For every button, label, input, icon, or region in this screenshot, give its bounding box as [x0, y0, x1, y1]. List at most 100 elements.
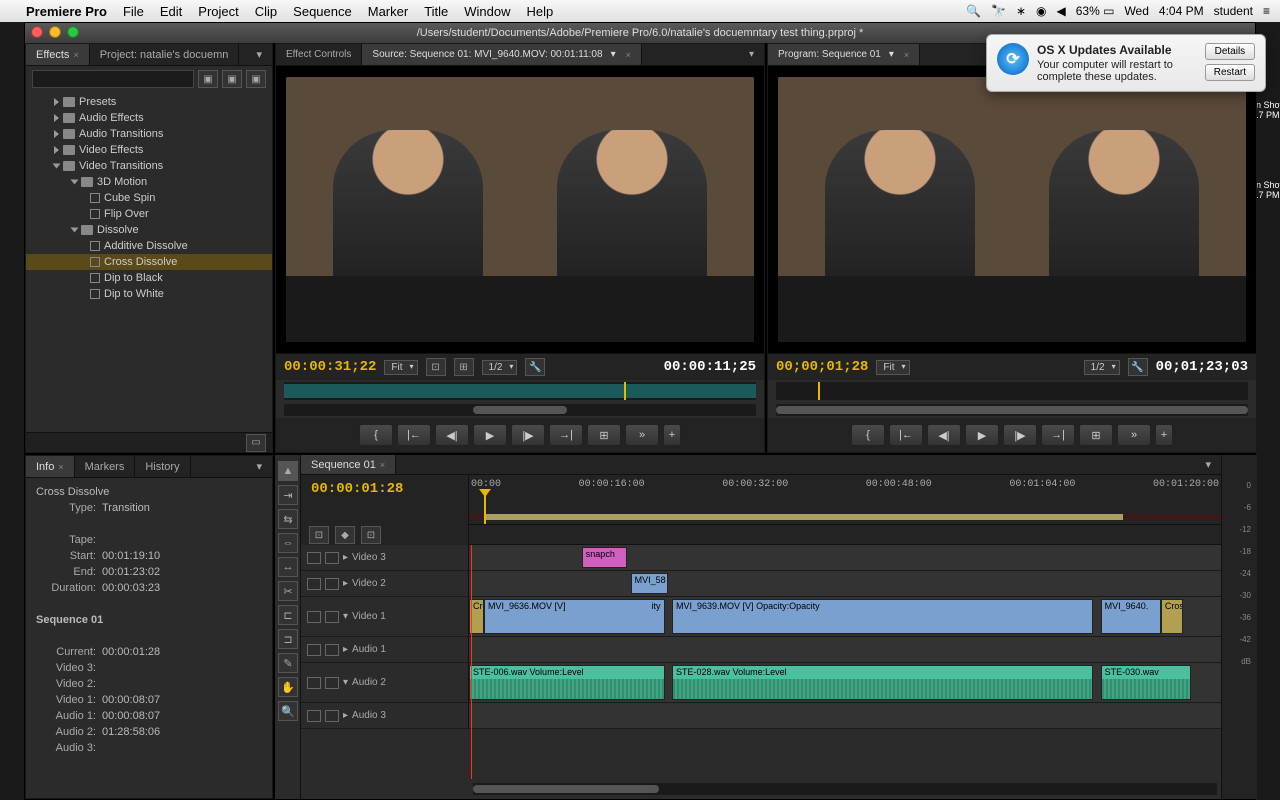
effects-item[interactable]: Cube Spin: [26, 190, 272, 206]
details-button[interactable]: Details: [1205, 43, 1255, 60]
effects-item[interactable]: Dip to Black: [26, 270, 272, 286]
menu-clip[interactable]: Clip: [255, 4, 277, 19]
clip-v1a[interactable]: MVI_9636.MOV [V] ity: [484, 599, 664, 634]
close-icon[interactable]: ×: [626, 50, 631, 60]
ripple-tool[interactable]: ⇆: [278, 509, 298, 529]
effects-folder[interactable]: Presets: [26, 94, 272, 110]
timeline-h-scroll[interactable]: [473, 783, 1217, 795]
fx-filter-yuv-icon[interactable]: ▣: [246, 70, 266, 88]
button-editor-icon[interactable]: +: [1155, 424, 1173, 446]
effects-folder[interactable]: Audio Effects: [26, 110, 272, 126]
track-select-tool[interactable]: ⇥: [278, 485, 298, 505]
selection-tool[interactable]: ▲: [278, 461, 298, 481]
source-res-icon[interactable]: ⊡: [426, 358, 446, 376]
program-zoom-dropdown[interactable]: 1/2: [1084, 360, 1120, 375]
transport-button-5[interactable]: →|: [549, 424, 583, 446]
razor-tool[interactable]: ✂: [278, 581, 298, 601]
speaker-icon[interactable]: [307, 710, 321, 722]
effects-folder[interactable]: Video Effects: [26, 142, 272, 158]
transport-button-3[interactable]: ▶: [473, 424, 507, 446]
rolling-tool[interactable]: ⇔: [278, 533, 298, 553]
effects-item[interactable]: Cross Dissolve: [26, 254, 272, 270]
tab-source[interactable]: Source: Sequence 01: MVI_9640.MOV: 00:01…: [362, 44, 641, 65]
volume-icon[interactable]: ◀: [1057, 4, 1066, 18]
transport-button-0[interactable]: {: [851, 424, 885, 446]
new-bin-icon[interactable]: ▭: [246, 434, 266, 452]
panel-menu-icon[interactable]: ▾: [1195, 455, 1221, 474]
source-zoom-scroll[interactable]: [284, 404, 756, 416]
track-header-v3[interactable]: ▸ Video 3: [301, 545, 469, 570]
effects-item[interactable]: Dip to White: [26, 286, 272, 302]
transport-button-7[interactable]: »: [625, 424, 659, 446]
close-icon[interactable]: ×: [58, 462, 63, 472]
track-header-a1[interactable]: ▸ Audio 1: [301, 637, 469, 662]
hand-tool[interactable]: ✋: [278, 677, 298, 697]
app-menu[interactable]: Premiere Pro: [26, 4, 107, 19]
bluetooth-icon[interactable]: ∗: [1016, 4, 1026, 18]
battery-status[interactable]: 63% ▭: [1076, 4, 1115, 18]
menu-title[interactable]: Title: [424, 4, 448, 19]
minimize-window-button[interactable]: [49, 26, 61, 38]
program-scrub-bar[interactable]: [776, 382, 1248, 400]
timeline-ruler[interactable]: 00:0000:00:16:0000:00:32:0000:00:48:0000…: [469, 475, 1221, 525]
source-fit-dropdown[interactable]: Fit: [384, 360, 417, 375]
tab-history[interactable]: History: [135, 456, 190, 477]
clip-snapchat[interactable]: snapch: [582, 547, 627, 568]
source-zoom-dropdown[interactable]: 1/2: [482, 360, 518, 375]
clip-a2a[interactable]: STE-006.wav Volume:Level: [469, 665, 665, 700]
tab-info[interactable]: Info×: [26, 456, 75, 477]
clip-mvi58[interactable]: MVI_58: [631, 573, 669, 594]
menu-file[interactable]: File: [123, 4, 144, 19]
tab-markers[interactable]: Markers: [75, 456, 136, 477]
tab-effect-controls[interactable]: Effect Controls: [276, 44, 362, 65]
effects-item[interactable]: Additive Dissolve: [26, 238, 272, 254]
menu-sequence[interactable]: Sequence: [293, 4, 352, 19]
tab-effects[interactable]: Effects×: [26, 44, 90, 65]
fx-filter-32-icon[interactable]: ▣: [222, 70, 242, 88]
slide-tool[interactable]: ⊐: [278, 629, 298, 649]
marker-icon[interactable]: ◆: [335, 526, 355, 544]
lock-icon[interactable]: [325, 677, 339, 689]
menu-window[interactable]: Window: [464, 4, 510, 19]
transport-button-4[interactable]: |▶: [511, 424, 545, 446]
clip-transition-out[interactable]: Cross: [1161, 599, 1184, 634]
menu-help[interactable]: Help: [527, 4, 554, 19]
menu-marker[interactable]: Marker: [368, 4, 408, 19]
eye-icon[interactable]: [307, 611, 321, 623]
lock-icon[interactable]: [325, 611, 339, 623]
effects-tree[interactable]: PresetsAudio EffectsAudio TransitionsVid…: [26, 92, 272, 432]
panel-menu-icon[interactable]: ▾: [246, 456, 272, 477]
zoom-window-button[interactable]: [67, 26, 79, 38]
transport-button-5[interactable]: →|: [1041, 424, 1075, 446]
settings-icon[interactable]: 🔧: [1128, 358, 1148, 376]
clip-a2c[interactable]: STE-030.wav: [1101, 665, 1191, 700]
transport-button-6[interactable]: ⊞: [1079, 424, 1113, 446]
track-header-a3[interactable]: ▸ Audio 3: [301, 703, 469, 728]
tab-project[interactable]: Project: natalie's docuemn: [90, 44, 240, 65]
program-viewer[interactable]: [768, 66, 1256, 353]
effects-folder[interactable]: Video Transitions: [26, 158, 272, 174]
menu-project[interactable]: Project: [198, 4, 238, 19]
effects-folder[interactable]: 3D Motion: [26, 174, 272, 190]
panel-menu-icon[interactable]: ▾: [739, 44, 764, 65]
clip-v1b[interactable]: MVI_9639.MOV [V] Opacity:Opacity: [672, 599, 1093, 634]
program-zoom-scroll[interactable]: [776, 404, 1248, 416]
tab-program[interactable]: Program: Sequence 01 ▾×: [768, 44, 920, 65]
program-fit-dropdown[interactable]: Fit: [876, 360, 909, 375]
spotlight-icon[interactable]: 🔍: [966, 4, 981, 18]
fx-filter-accel-icon[interactable]: ▣: [198, 70, 218, 88]
effects-item[interactable]: Flip Over: [26, 206, 272, 222]
transport-button-6[interactable]: ⊞: [587, 424, 621, 446]
transport-button-4[interactable]: |▶: [1003, 424, 1037, 446]
effects-search-input[interactable]: [32, 70, 194, 88]
clock-time[interactable]: 4:04 PM: [1159, 4, 1204, 18]
eye-icon[interactable]: [307, 552, 321, 564]
lock-icon[interactable]: [325, 710, 339, 722]
lock-icon[interactable]: [325, 552, 339, 564]
sync-lock-icon[interactable]: ⊡: [361, 526, 381, 544]
effects-folder[interactable]: Dissolve: [26, 222, 272, 238]
wifi-icon[interactable]: ◉: [1036, 4, 1046, 18]
source-viewer[interactable]: [276, 66, 764, 353]
source-out-timecode[interactable]: 00:00:11;25: [664, 359, 756, 375]
transport-button-3[interactable]: ▶: [965, 424, 999, 446]
